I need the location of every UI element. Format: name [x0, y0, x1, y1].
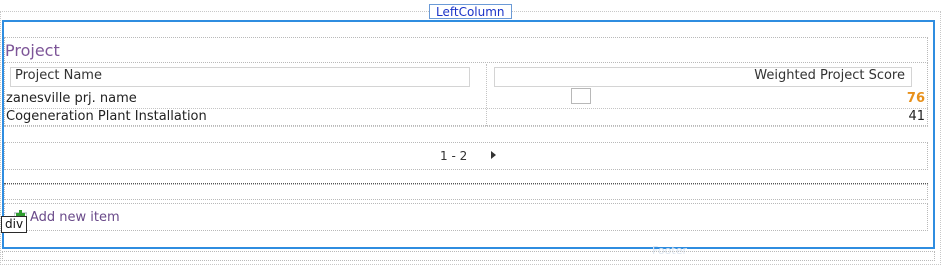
project-score-cell: 76 [906, 91, 925, 106]
project-name-cell[interactable]: zanesville prj. name [6, 91, 137, 107]
add-new-item-link[interactable]: Add new item [30, 210, 120, 226]
webpart-title-bar [4, 37, 928, 63]
next-page-arrow-icon[interactable] [486, 148, 500, 162]
add-item-row [4, 203, 928, 231]
webpart-title[interactable]: Project [5, 41, 60, 61]
column-header-weighted-score[interactable]: Weighted Project Score [494, 67, 912, 87]
project-name-cell[interactable]: Cogeneration Plant Installation [6, 109, 207, 125]
zone-label-tab[interactable]: LeftColumn [429, 4, 512, 19]
pager-range-label: 1 - 2 [440, 149, 468, 163]
row-select-checkbox[interactable] [571, 88, 591, 104]
column-header-project-name[interactable]: Project Name [10, 67, 470, 87]
empty-region [4, 184, 928, 200]
table-row[interactable]: Cogeneration Plant Installation 41 [4, 108, 928, 127]
element-tag-label: div [1, 216, 28, 233]
project-score-cell: 41 [908, 109, 925, 124]
table-row[interactable]: zanesville prj. name 76 [4, 90, 928, 109]
footer-zone [2, 251, 935, 261]
